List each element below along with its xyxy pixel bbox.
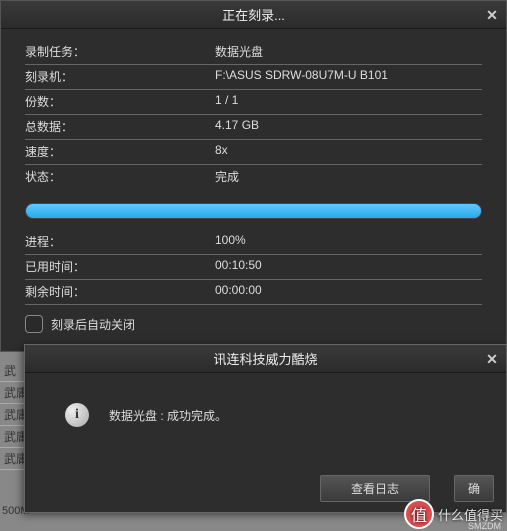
recorder-label: 刻录机： (25, 68, 215, 85)
sub-dialog-title: 讯连科技威力酷烧 (213, 349, 317, 368)
dialog-title: 正在刻录... (222, 5, 285, 24)
ok-button[interactable]: 确 (454, 475, 494, 502)
status-value: 完成 (215, 168, 239, 185)
close-icon[interactable]: ✕ (482, 349, 502, 369)
task-label: 录制任务： (25, 43, 215, 60)
watermark-badge-icon: 值 (404, 499, 434, 529)
progress-bar-container (25, 203, 482, 219)
progress-label: 进程： (25, 233, 215, 250)
burning-dialog: 正在刻录... ✕ 录制任务： 数据光盘 刻录机： F:\ASUS SDRW-0… (0, 0, 507, 352)
sub-titlebar: 讯连科技威力酷烧 ✕ (25, 345, 506, 373)
auto-shutdown-checkbox[interactable] (25, 315, 43, 333)
speed-value: 8x (215, 143, 228, 160)
total-data-value: 4.17 GB (215, 118, 259, 135)
total-data-label: 总数据： (25, 118, 215, 135)
watermark-sub: SMZDM (468, 521, 501, 531)
remaining-value: 00:00:00 (215, 283, 262, 300)
elapsed-value: 00:10:50 (215, 258, 262, 275)
elapsed-label: 已用时间： (25, 258, 215, 275)
task-value: 数据光盘 (215, 43, 263, 60)
remaining-label: 剩余时间： (25, 283, 215, 300)
status-label: 状态： (25, 168, 215, 185)
info-icon: i (65, 403, 89, 427)
progress-value: 100% (215, 233, 246, 250)
auto-shutdown-label: 刻录后自动关闭 (51, 316, 135, 333)
speed-label: 速度： (25, 143, 215, 160)
view-log-button[interactable]: 查看日志 (320, 475, 430, 502)
titlebar: 正在刻录... ✕ (1, 1, 506, 29)
completion-dialog: 讯连科技威力酷烧 ✕ i 数据光盘 : 成功完成。 查看日志 确 (24, 344, 507, 513)
close-icon[interactable]: ✕ (482, 5, 502, 25)
copies-label: 份数： (25, 93, 215, 110)
recorder-value: F:\ASUS SDRW-08U7M-U B101 (215, 68, 388, 85)
completion-message: 数据光盘 : 成功完成。 (109, 407, 227, 424)
progress-fill (26, 204, 481, 218)
progress-bar (25, 203, 482, 219)
copies-value: 1 / 1 (215, 93, 238, 110)
